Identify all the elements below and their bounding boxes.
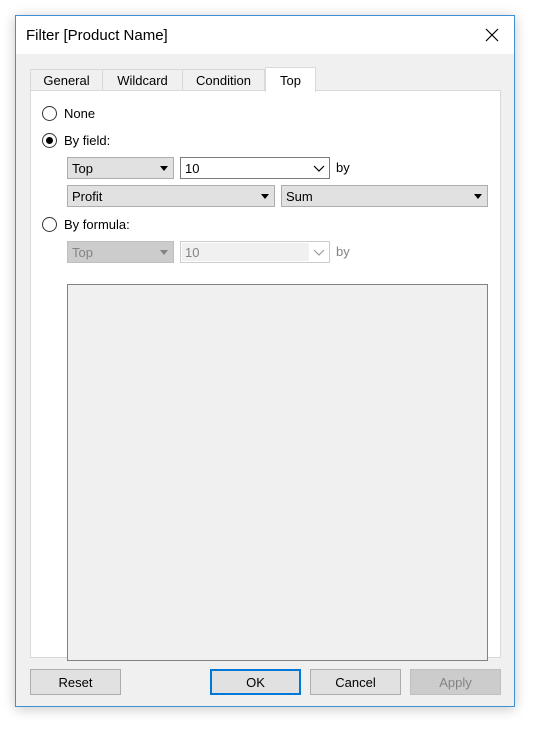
close-icon xyxy=(485,28,499,42)
title-bar[interactable]: Filter [Product Name] xyxy=(16,16,514,54)
tab-condition[interactable]: Condition xyxy=(183,69,265,91)
by-formula-radio-label: By formula: xyxy=(64,216,130,232)
window-title: Filter [Product Name] xyxy=(26,27,168,44)
tab-top-label: Top xyxy=(280,72,301,88)
tab-general[interactable]: General xyxy=(30,69,103,91)
by-field-direction-select[interactable]: Top xyxy=(67,157,174,179)
cancel-button-label: Cancel xyxy=(335,674,376,690)
chevron-down-icon[interactable] xyxy=(312,161,326,175)
by-field-aggregation-select[interactable]: Sum xyxy=(281,185,488,207)
tab-wildcard-label: Wildcard xyxy=(117,73,168,88)
by-formula-radio-option[interactable]: By formula: xyxy=(42,215,130,233)
ok-button-label: OK xyxy=(246,674,265,690)
filter-dialog: Filter [Product Name] General Wildcard C… xyxy=(15,15,515,707)
by-field-count-combo[interactable]: 10 xyxy=(180,157,330,179)
by-formula-count-value: 10 xyxy=(185,244,200,260)
none-radio[interactable] xyxy=(42,105,57,121)
reset-button-label: Reset xyxy=(58,674,93,690)
by-formula-by-label: by xyxy=(336,244,350,259)
cancel-button[interactable]: Cancel xyxy=(310,669,401,695)
dropdown-arrow-icon xyxy=(160,250,168,255)
apply-button: Apply xyxy=(410,669,501,695)
by-field-radio-label: By field: xyxy=(64,132,111,148)
top-tab-panel: None By field: Top 10 by Profit Sum By f… xyxy=(30,90,501,661)
tab-condition-label: Condition xyxy=(196,73,251,88)
by-formula-radio[interactable] xyxy=(42,216,57,232)
dropdown-arrow-icon xyxy=(160,166,168,171)
by-field-direction-value: Top xyxy=(72,160,93,176)
by-field-field-value: Profit xyxy=(72,188,103,204)
tab-general-label: General xyxy=(43,73,90,88)
by-field-field-select[interactable]: Profit xyxy=(67,185,275,207)
ok-button[interactable]: OK xyxy=(210,669,301,695)
by-formula-count-combo: 10 xyxy=(180,241,330,263)
close-button[interactable] xyxy=(470,16,514,54)
chevron-down-icon xyxy=(313,249,325,256)
dropdown-arrow-icon xyxy=(261,194,269,199)
none-radio-option[interactable]: None xyxy=(42,104,95,122)
by-field-aggregation-value: Sum xyxy=(286,188,313,204)
by-field-radio-option[interactable]: By field: xyxy=(42,131,110,149)
none-radio-label: None xyxy=(64,105,96,121)
apply-button-label: Apply xyxy=(439,674,472,690)
by-formula-direction-select: Top xyxy=(67,241,174,263)
by-formula-direction-value: Top xyxy=(72,244,93,260)
tab-wildcard[interactable]: Wildcard xyxy=(103,69,183,91)
formula-editor xyxy=(67,284,488,661)
by-field-radio[interactable] xyxy=(42,132,57,148)
tab-top[interactable]: Top xyxy=(265,67,316,92)
by-field-by-label: by xyxy=(336,160,350,175)
tab-strip: General Wildcard Condition Top xyxy=(30,67,316,92)
reset-button[interactable]: Reset xyxy=(30,669,121,695)
by-field-count-value: 10 xyxy=(185,160,200,176)
dropdown-arrow-icon xyxy=(474,194,482,199)
